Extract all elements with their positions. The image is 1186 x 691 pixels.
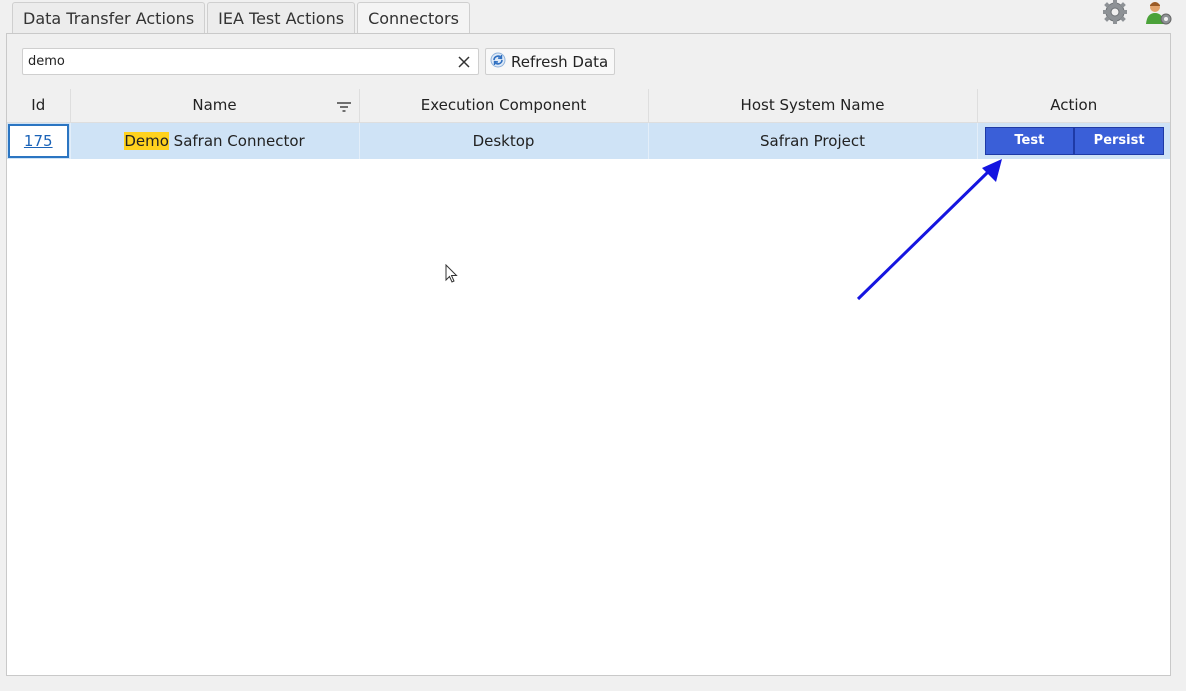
host-system-name-cell: Safran Project bbox=[648, 122, 978, 159]
toolbar: Refresh Data bbox=[22, 48, 616, 75]
persist-button[interactable]: Persist bbox=[1074, 126, 1164, 155]
refresh-icon bbox=[490, 52, 506, 72]
refresh-data-label: Refresh Data bbox=[511, 52, 609, 71]
column-header-action: Action bbox=[977, 89, 1170, 123]
gear-icon[interactable] bbox=[1100, 0, 1130, 26]
close-icon[interactable] bbox=[456, 54, 472, 70]
test-button[interactable]: Test bbox=[984, 126, 1075, 155]
name-cell: Demo Safran Connector bbox=[70, 122, 360, 159]
tab-connectors[interactable]: Connectors bbox=[357, 2, 470, 34]
search-match-highlight: Demo bbox=[124, 131, 169, 150]
connector-id-link[interactable]: 175 bbox=[24, 132, 53, 150]
tab-data-transfer-actions[interactable]: Data Transfer Actions bbox=[12, 2, 206, 33]
table-header: Id Name Execution Component Host System … bbox=[7, 89, 1170, 123]
action-buttons: Test Persist bbox=[984, 126, 1164, 155]
filter-icon[interactable] bbox=[336, 99, 351, 112]
search-field[interactable] bbox=[22, 48, 479, 75]
name-rest: Safran Connector bbox=[168, 131, 305, 150]
connectors-table: Id Name Execution Component Host System … bbox=[7, 89, 1170, 675]
top-right-icons bbox=[1100, 0, 1174, 26]
mouse-cursor-icon bbox=[445, 264, 458, 283]
column-header-execution-component[interactable]: Execution Component bbox=[359, 89, 649, 123]
execution-component-cell: Desktop bbox=[359, 122, 649, 159]
tab-bar: Data Transfer Actions IEA Test Actions C… bbox=[12, 2, 472, 34]
search-input[interactable] bbox=[28, 54, 456, 69]
column-header-host-system-name[interactable]: Host System Name bbox=[648, 89, 978, 123]
table-row[interactable]: 175 Demo Safran Connector Desktop Safran… bbox=[7, 122, 1170, 159]
action-cell: Test Persist bbox=[977, 122, 1170, 159]
column-header-name[interactable]: Name bbox=[70, 89, 360, 123]
column-header-id[interactable]: Id bbox=[7, 89, 71, 123]
id-cell-focus: 175 bbox=[8, 123, 69, 158]
refresh-data-button[interactable]: Refresh Data bbox=[485, 48, 616, 75]
tab-iea-test-actions[interactable]: IEA Test Actions bbox=[207, 2, 356, 33]
user-settings-icon[interactable] bbox=[1144, 0, 1174, 26]
connectors-panel: Refresh Data Id Name bbox=[6, 33, 1171, 676]
column-header-name-label: Name bbox=[192, 96, 237, 115]
id-cell[interactable]: 175 bbox=[7, 122, 71, 159]
